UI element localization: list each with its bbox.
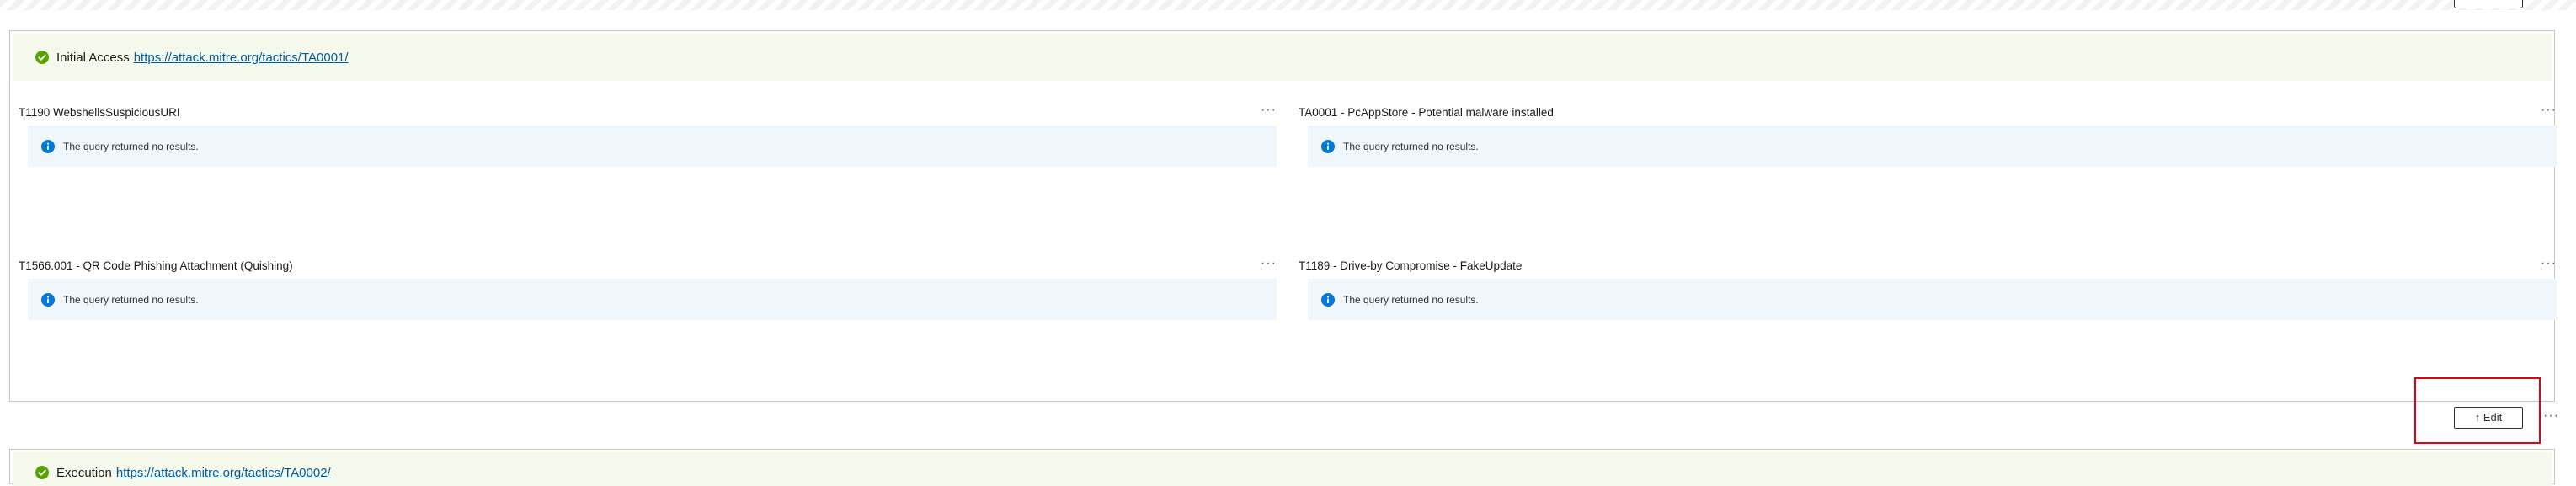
edit-button[interactable]: ↑ Edit: [2454, 407, 2523, 429]
info-icon: [1321, 139, 1335, 153]
top-stripe-area: [0, 0, 2576, 10]
no-results-message: The query returned no results.: [28, 279, 1277, 320]
tile-title[interactable]: T1190 WebshellsSuspiciousURI: [19, 104, 180, 122]
initial-access-group: Initial Access https://attack.mitre.org/…: [9, 30, 2557, 402]
mitre-tactic-link[interactable]: https://attack.mitre.org/tactics/TA0001/: [134, 51, 349, 65]
tile-title[interactable]: T1566.001 - QR Code Phishing Attachment …: [19, 257, 293, 275]
message-text: The query returned no results.: [1343, 293, 1479, 306]
edit-button-top[interactable]: ↑ Edit: [2454, 0, 2523, 8]
group-header: Initial Access https://attack.mitre.org/…: [13, 34, 2552, 81]
no-results-message: The query returned no results.: [1308, 126, 2557, 167]
query-tile: TA0001 - PcAppStore - Potential malware …: [1299, 104, 2557, 247]
info-icon: [41, 292, 55, 307]
info-icon: [1321, 292, 1335, 307]
group-title: Execution: [56, 466, 112, 480]
message-text: The query returned no results.: [1343, 140, 1479, 152]
group-title: Initial Access: [56, 50, 130, 65]
tile-title[interactable]: TA0001 - PcAppStore - Potential malware …: [1299, 104, 1554, 122]
info-icon: [41, 139, 55, 153]
message-text: The query returned no results.: [63, 293, 199, 306]
message-text: The query returned no results.: [63, 140, 199, 152]
query-tile: T1190 WebshellsSuspiciousURI ··· The que…: [19, 104, 1277, 247]
check-circle-icon: [35, 51, 49, 64]
more-icon[interactable]: ···: [2543, 409, 2559, 423]
query-tile: T1566.001 - QR Code Phishing Attachment …: [19, 257, 1277, 400]
mitre-tactic-link[interactable]: https://attack.mitre.org/tactics/TA0002/: [116, 466, 331, 480]
check-circle-icon: [35, 466, 49, 479]
no-results-message: The query returned no results.: [1308, 279, 2557, 320]
more-icon[interactable]: ···: [2541, 104, 2557, 122]
more-icon[interactable]: ···: [2541, 257, 2557, 275]
more-icon[interactable]: ···: [1261, 104, 1277, 122]
no-results-message: The query returned no results.: [28, 126, 1277, 167]
query-tile: T1189 - Drive-by Compromise - FakeUpdate…: [1299, 257, 2557, 400]
tile-title[interactable]: T1189 - Drive-by Compromise - FakeUpdate: [1299, 257, 1522, 275]
more-icon[interactable]: ···: [1261, 257, 1277, 275]
execution-group: Execution https://attack.mitre.org/tacti…: [9, 449, 2555, 486]
group-header: Execution https://attack.mitre.org/tacti…: [13, 452, 2552, 486]
